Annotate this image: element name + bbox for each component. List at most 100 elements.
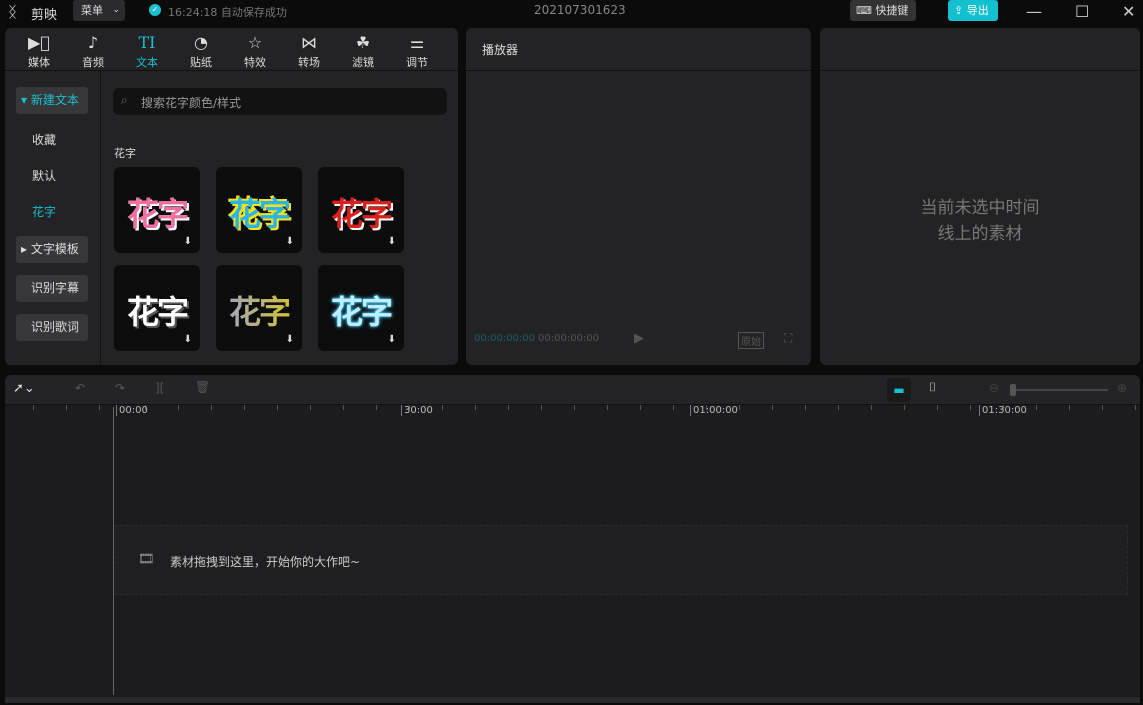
flower-text-tile[interactable]: 花字 ⬇ — [114, 167, 200, 253]
export-icon: ⇪ — [954, 4, 964, 17]
recognize-subtitle-button[interactable]: 识别字幕 — [16, 275, 88, 302]
flower-text-tile[interactable]: 花字 ⬇ — [114, 265, 200, 351]
search-input[interactable]: ⌕ 搜索花字颜色/样式 — [113, 88, 447, 115]
tab-label: 调节 — [406, 56, 428, 69]
horizontal-scrollbar[interactable] — [5, 697, 1140, 703]
timeline-toolbar: ➚⌄ ↶ ↷ ][ 🗑 ▬ ⌷ ⊖ ⊕ — [5, 375, 1140, 405]
shortcut-label: 快捷键 — [875, 4, 909, 17]
filter-icon: ☘ — [355, 33, 371, 52]
tab-media[interactable]: ▶⃞ 媒体 — [12, 32, 66, 70]
empty-line-1: 当前未选中时间 — [920, 198, 1040, 218]
properties-panel: 当前未选中时间 线上的素材 — [820, 28, 1140, 365]
close-button[interactable]: ✕ — [1122, 2, 1135, 21]
tab-sticker[interactable]: ◔ 贴纸 — [174, 32, 228, 70]
timeline-panel: ➚⌄ ↶ ↷ ][ 🗑 ▬ ⌷ ⊖ ⊕ 00:00 30:00 01:00:00… — [5, 375, 1140, 703]
flower-text-tile[interactable]: 花字 ⬇ — [216, 167, 302, 253]
download-icon[interactable]: ⬇ — [388, 236, 396, 247]
download-icon[interactable]: ⬇ — [286, 236, 294, 247]
tile-text: 花字 — [330, 195, 393, 233]
tab-filter[interactable]: ☘ 滤镜 — [336, 32, 390, 70]
tile-text: 花字 — [216, 287, 302, 333]
minimize-button[interactable]: — — [1026, 2, 1042, 21]
zoom-in-icon[interactable]: ⊕ — [1117, 381, 1127, 395]
menu-label: 菜单 — [81, 4, 103, 17]
film-icon: 🎞 — [138, 552, 155, 567]
new-text-button[interactable]: ▾ 新建文本 — [16, 87, 88, 114]
sidebar-item-flower-text[interactable]: 花字 — [32, 203, 56, 220]
fullscreen-icon[interactable]: ⛶ — [784, 331, 792, 346]
tab-label: 媒体 — [28, 56, 50, 69]
new-text-label: 新建文本 — [30, 93, 79, 107]
keyboard-icon: ⌨ — [856, 4, 872, 17]
tile-text: 花字 — [330, 293, 393, 331]
undo-icon[interactable]: ↶ — [75, 381, 85, 395]
text-icon: TI — [138, 33, 156, 52]
select-tool-icon[interactable]: ➚⌄ — [13, 381, 35, 396]
tick-label: 01:30:00 — [979, 405, 1027, 416]
tick-label: 00:00 — [116, 405, 148, 416]
download-icon[interactable]: ⬇ — [184, 236, 192, 247]
tab-label: 转场 — [298, 56, 320, 69]
download-icon[interactable]: ⬇ — [286, 334, 294, 345]
media-icon: ▶⃞ — [28, 33, 50, 52]
drop-hint: 素材拖拽到这里，开始你的大作吧~ — [170, 555, 361, 569]
search-placeholder: 搜索花字颜色/样式 — [141, 96, 242, 110]
tab-text[interactable]: TI 文本 — [120, 32, 174, 70]
magnet-snap-button[interactable]: ▬ — [887, 378, 911, 402]
sidebar-item-favorites[interactable]: 收藏 — [32, 131, 56, 148]
capcut-logo-icon: ᛝ — [8, 3, 18, 21]
tick-label: 01:00:00 — [690, 405, 738, 416]
export-button[interactable]: ⇪ 导出 — [948, 0, 998, 21]
audio-icon: ♪ — [87, 33, 99, 52]
total-time: 00:00:00:00 — [538, 333, 600, 344]
play-button[interactable]: ▶ — [634, 331, 644, 346]
ratio-button[interactable]: 原始 — [738, 332, 764, 349]
tab-effects[interactable]: ☆ 特效 — [228, 32, 282, 70]
zoom-out-icon[interactable]: ⊖ — [989, 381, 999, 395]
playhead[interactable] — [113, 407, 114, 695]
split-icon[interactable]: ][ — [155, 381, 164, 395]
tab-label: 滤镜 — [352, 56, 374, 69]
title-bar: ᛝ 剪映 菜单 ⌄ ✓ 16:24:18 自动保存成功 202107301623 … — [0, 0, 1143, 24]
recognize-lyrics-button[interactable]: 识别歌词 — [16, 314, 88, 341]
empty-line-2: 线上的素材 — [937, 224, 1023, 244]
tick-label: 30:00 — [401, 405, 433, 416]
tab-label: 贴纸 — [190, 56, 212, 69]
tab-adjust[interactable]: ⚌ 调节 — [390, 32, 444, 70]
link-icon[interactable]: ⌷ — [929, 380, 936, 395]
maximize-button[interactable]: ☐ — [1075, 2, 1089, 21]
tile-text: 花字 — [228, 195, 291, 233]
tab-transition[interactable]: ⋈ 转场 — [282, 32, 336, 70]
zoom-slider[interactable] — [1010, 384, 1108, 396]
download-icon[interactable]: ⬇ — [388, 334, 396, 345]
sticker-icon: ◔ — [194, 33, 208, 52]
drop-zone[interactable]: 🎞 素材拖拽到这里，开始你的大作吧~ — [115, 525, 1128, 595]
tool-tabs: ▶⃞ 媒体 ♪ 音频 TI 文本 ◔ 贴纸 ☆ 特效 ⋈ 转场 ☘ 滤镜 ⚌ 调节 — [5, 28, 458, 71]
time-ruler: 00:00 30:00 01:00:00 01:30:00 — [5, 405, 1140, 419]
delete-icon[interactable]: 🗑 — [195, 380, 210, 394]
flower-text-tile[interactable]: 花字 ⬇ — [318, 265, 404, 351]
export-label: 导出 — [966, 4, 989, 17]
tab-label: 特效 — [244, 56, 266, 69]
tile-text: 花字 — [126, 293, 189, 331]
search-icon: ⌕ — [121, 93, 128, 107]
zoom-slider-handle[interactable] — [1010, 384, 1016, 396]
section-title: 花字 — [114, 147, 136, 160]
flower-text-tile[interactable]: 花字 ⬇ — [318, 167, 404, 253]
effects-icon: ☆ — [247, 33, 263, 52]
save-status: 16:24:18 自动保存成功 — [168, 6, 287, 19]
check-icon: ✓ — [149, 4, 161, 16]
tab-audio[interactable]: ♪ 音频 — [66, 32, 120, 70]
tab-label: 音频 — [82, 56, 104, 69]
text-template-button[interactable]: ▸ 文字模板 — [16, 236, 88, 263]
shortcut-button[interactable]: ⌨ 快捷键 — [850, 0, 916, 21]
sidebar-item-default[interactable]: 默认 — [32, 167, 56, 184]
current-time: 00:00:00:00 — [474, 333, 536, 344]
app-name: 剪映 — [31, 8, 58, 23]
project-title: 202107301623 — [534, 3, 626, 17]
player-panel: 播放器 00:00:00:00 00:00:00:00 ▶ 原始 ⛶ — [466, 28, 811, 365]
flower-text-tile[interactable]: 花字 ⬇ — [216, 265, 302, 351]
download-icon[interactable]: ⬇ — [184, 334, 192, 345]
redo-icon[interactable]: ↷ — [115, 381, 125, 395]
menu-dropdown[interactable]: 菜单 ⌄ — [73, 0, 125, 21]
